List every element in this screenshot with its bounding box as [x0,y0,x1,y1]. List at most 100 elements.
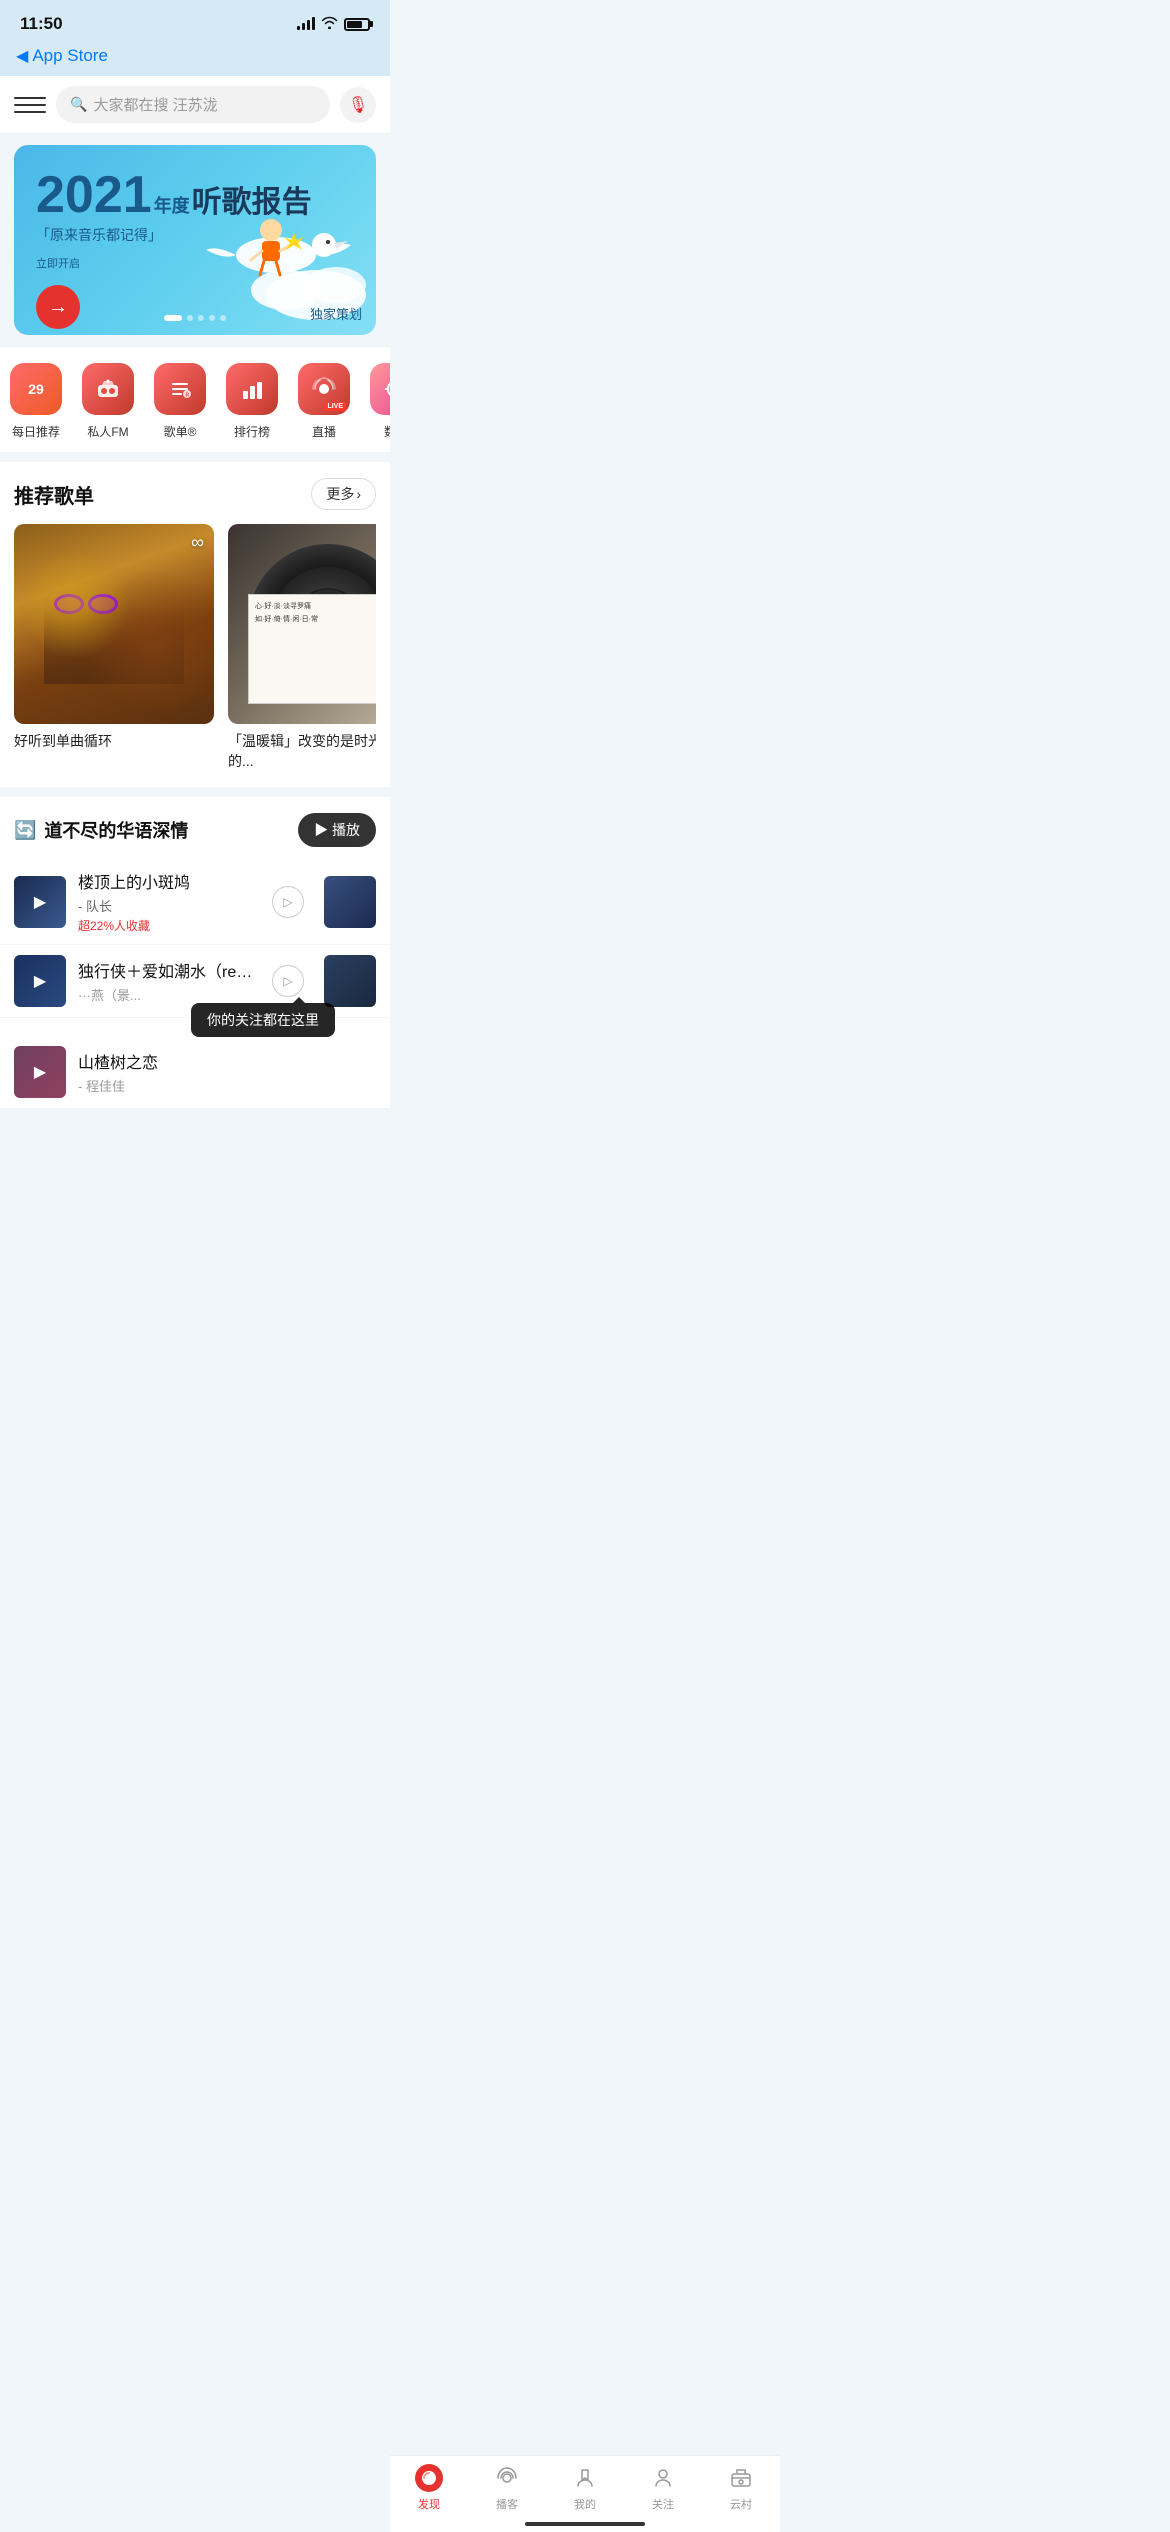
back-label: App Store [32,46,108,66]
song-play-button-1[interactable]: ▷ [272,886,304,918]
battery-icon [344,18,370,31]
cat-icon-digital [370,363,390,415]
song-section-icon: 🔄 [14,820,36,841]
svg-text:R: R [186,393,190,399]
song-section-title: 🔄 道不尽的华语深情 [14,817,188,843]
song-thumb-play-icon-3: ▶ [34,1062,46,1082]
song-info-1: 楼顶上的小斑鸠 - 队长 超22%人收藏 [78,869,260,934]
playlist-title-1: 好听到单曲循环 [14,732,214,752]
song-name-2: 独行侠＋爱如潮水（remix） [78,958,260,982]
section-header-recommend: 推荐歌单 更多 › [14,478,376,510]
app-store-back[interactable]: ◀ App Store [0,42,390,76]
cat-item-chart[interactable]: 排行榜 [216,363,288,440]
cat-item-digital[interactable]: 数字 [360,363,390,440]
nav-icon-podcaster [495,2464,519,2492]
banner-year: 2021 [36,169,152,221]
nav-item-village[interactable]: 云村 [702,2464,780,2512]
nav-label-mine: 我的 [574,2496,596,2512]
cat-item-playlist[interactable]: R 歌单® [144,363,216,440]
section-more-recommend[interactable]: 更多 › [311,478,376,510]
song-thumb-play-icon-1: ▶ [34,892,46,912]
banner-dots [164,315,226,321]
cat-label-digital: 数字 [384,423,390,440]
play-all-label: ▶ 播放 [314,820,360,840]
song-section-header: 🔄 道不尽的华语深情 ▶ 播放 [0,797,390,859]
song-section-title-text: 道不尽的华语深情 [44,817,188,843]
song-name-3: 山楂树之恋 [78,1049,376,1073]
nav-item-podcaster[interactable]: 播客 [468,2464,546,2512]
cat-label-live: 直播 [312,423,336,440]
signal-icon [297,18,315,30]
cat-item-live[interactable]: LIVE 直播 [288,363,360,440]
search-placeholder: 大家都在搜 汪苏泷 [93,94,217,115]
cat-label-fm: 私人FM [87,423,128,440]
menu-button[interactable] [14,89,46,121]
tooltip: 你的关注都在这里 [191,1003,335,1037]
nav-label-follow: 关注 [652,2496,674,2512]
playlist-card-2[interactable]: 心·好·淡·淡寻罗痛 如·好·倚·情·闲·日·常 ▷13万 「温暖辑」改变的是时… [228,524,376,771]
nav-icon-village [729,2464,753,2492]
cat-icon-fm [82,363,134,415]
mic-button[interactable]: 🎙 [340,87,376,123]
playlist-infinite-icon: ∞ [191,532,204,553]
nav-item-follow[interactable]: 关注 [624,2464,702,2512]
section-title-recommend: 推荐歌单 [14,480,94,509]
song-info-2: 独行侠＋爱如潮水（remix） ···燕（景... [78,958,260,1004]
cat-item-fm[interactable]: 私人FM [72,363,144,440]
wifi-icon [321,16,338,32]
song-artist-1: - 队长 [78,896,112,915]
nav-item-discover[interactable]: 发现 [390,2464,468,2512]
cat-icon-chart [226,363,278,415]
nav-item-mine[interactable]: 我的 [546,2464,624,2512]
song-artist-3: - 程佳佳 [78,1076,376,1095]
song-thumb-1: ▶ [14,876,66,928]
mic-icon: 🎙 [348,95,368,115]
song-thumb-2: ▶ [14,955,66,1007]
playlist-thumb-1: ∞ [14,524,214,724]
song-play-button-2[interactable]: ▷ [272,965,304,997]
song-info-3: 山楂树之恋 - 程佳佳 [78,1049,376,1095]
cat-icon-live: LIVE [298,363,350,415]
search-icon: 🔍 [70,96,87,113]
nav-label-podcaster: 播客 [496,2496,518,2512]
banner-arrow-icon: → [48,296,68,319]
status-time: 11:50 [20,14,63,34]
banner-dot-0 [164,315,182,321]
categories: 29 每日推荐 私人FM [0,347,390,452]
playlist-thumb-2: 心·好·淡·淡寻罗痛 如·好·倚·情·闲·日·常 ▷13万 [228,524,376,724]
cat-item-daily[interactable]: 29 每日推荐 [0,363,72,440]
banner-dot-3 [209,315,215,321]
banner-button[interactable]: → [36,285,80,329]
song-artist-2: ···燕（景... [78,985,260,1004]
status-bar: 11:50 [0,0,390,42]
song-item-1[interactable]: ▶ 楼顶上的小斑鸠 - 队长 超22%人收藏 ▷ [0,859,390,945]
banner[interactable]: 2021 年度 听歌报告 「原来音乐都记得」 立即开启 → [14,145,376,335]
recommend-section: 推荐歌单 更多 › [0,462,390,787]
banner-dot-2 [198,315,204,321]
more-label: 更多 [326,484,354,504]
song-side-thumb-2 [324,955,376,1007]
header: 🔍 大家都在搜 汪苏泷 🎙 [0,76,390,133]
nav-icon-follow [651,2464,675,2492]
banner-dot-1 [187,315,193,321]
cat-label-chart: 排行榜 [234,423,270,440]
banner-dot-4 [220,315,226,321]
nav-label-village: 云村 [730,2496,752,2512]
status-icons [297,16,370,32]
home-indicator [525,2522,645,2526]
song-thumb-3: ▶ [14,1046,66,1098]
cat-label-daily: 每日推荐 [12,423,60,440]
search-bar[interactable]: 🔍 大家都在搜 汪苏泷 [56,86,330,123]
song-name-1: 楼顶上的小斑鸠 [78,869,260,893]
playlist-row: ∞ 好听到单曲循环 [14,524,376,787]
song-subtext-1: 超22%人收藏 [78,917,260,934]
song-side-thumb-1 [324,876,376,928]
tooltip-text: 你的关注都在这里 [207,1012,319,1028]
play-all-button[interactable]: ▶ 播放 [298,813,376,847]
cat-label-playlist: 歌单® [164,423,197,440]
song-item-2[interactable]: ▶ 独行侠＋爱如潮水（remix） ···燕（景... ▷ 你的关注都在这里 [0,945,390,1018]
cat-icon-playlist: R [154,363,206,415]
banner-tag: 独家策划 [310,304,362,323]
nav-icon-discover [415,2464,443,2492]
playlist-card-1[interactable]: ∞ 好听到单曲循环 [14,524,214,771]
